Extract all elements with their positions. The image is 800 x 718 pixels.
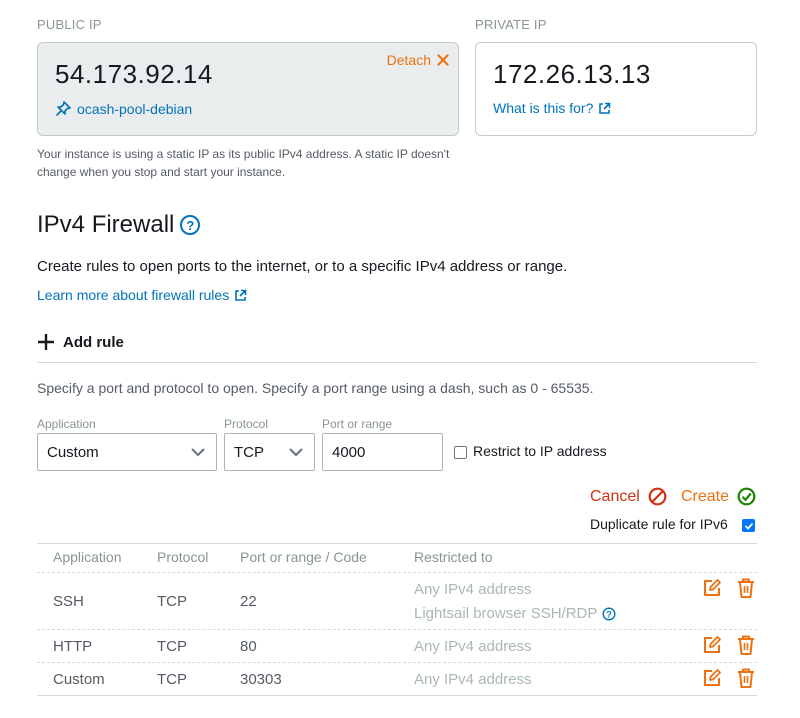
header-application: Application	[53, 549, 122, 565]
help-circle-icon[interactable]: ?	[602, 606, 616, 621]
row-restricted: Any IPv4 address	[414, 638, 532, 655]
firewall-title: IPv4 Firewall ?	[37, 211, 201, 239]
public-ip-address: 54.173.92.14	[55, 59, 213, 89]
protocol-select[interactable]: TCP	[224, 433, 315, 471]
table-row: SSH TCP 22 Any IPv4 address Lightsail br…	[37, 573, 757, 629]
checkmark-icon	[744, 522, 753, 530]
row-port: 30303	[240, 671, 282, 688]
application-select[interactable]: Custom	[37, 433, 217, 471]
protocol-field-label: Protocol	[224, 417, 269, 431]
restrict-ip-label: Restrict to IP address	[473, 443, 607, 459]
application-value: Custom	[47, 443, 99, 461]
row-protocol: TCP	[157, 671, 187, 688]
external-link-icon	[599, 102, 611, 114]
duplicate-ipv6-checkbox[interactable]	[742, 519, 755, 532]
port-field-label: Port or range	[322, 417, 393, 431]
private-ip-label: PRIVATE IP	[475, 17, 547, 32]
add-rule-divider	[37, 362, 757, 363]
chevron-down-icon	[191, 448, 205, 457]
port-input[interactable]: 4000	[322, 433, 443, 471]
help-circle-icon[interactable]: ?	[180, 215, 201, 235]
private-ip-address: 172.26.13.13	[493, 59, 651, 89]
edit-icon[interactable]	[702, 635, 722, 655]
learn-more-link[interactable]: Learn more about firewall rules	[37, 287, 247, 303]
row-protocol: TCP	[157, 593, 187, 610]
create-label: Create	[681, 487, 730, 505]
cancel-button[interactable]: Cancel	[590, 487, 667, 506]
what-is-this-label: What is this for?	[493, 100, 594, 116]
header-port: Port or range / Code	[240, 549, 367, 565]
chevron-down-icon	[289, 448, 303, 457]
plus-icon	[38, 334, 54, 350]
row-extra-text: Lightsail browser SSH/RDP	[414, 605, 598, 622]
port-hint: Specify a port and protocol to open. Spe…	[37, 380, 594, 396]
what-is-this-link[interactable]: What is this for?	[493, 100, 611, 116]
table-bottom-border	[37, 695, 757, 696]
row-application: Custom	[53, 671, 105, 688]
create-button[interactable]: Create	[681, 487, 756, 506]
static-ip-name: ocash-pool-debian	[77, 100, 193, 117]
row-port: 80	[240, 638, 257, 655]
close-x-icon	[437, 54, 449, 66]
header-restricted: Restricted to	[414, 549, 493, 565]
cancel-label: Cancel	[590, 487, 640, 505]
add-rule-label: Add rule	[63, 333, 124, 351]
pin-icon	[56, 101, 71, 116]
static-ip-note: Your instance is using a static IP as it…	[37, 147, 450, 179]
external-link-icon	[235, 289, 247, 301]
static-ip-link[interactable]: ocash-pool-debian	[55, 100, 192, 117]
trash-icon[interactable]	[736, 577, 756, 599]
table-row: HTTP TCP 80 Any IPv4 address	[37, 630, 757, 662]
table-row: Custom TCP 30303 Any IPv4 address	[37, 663, 757, 695]
detach-label: Detach	[386, 52, 431, 68]
add-rule-button[interactable]: Add rule	[37, 333, 124, 351]
table-top-border	[37, 543, 757, 544]
trash-icon[interactable]	[736, 667, 756, 689]
firewall-title-text: IPv4 Firewall	[37, 211, 175, 238]
application-field-label: Application	[37, 417, 96, 431]
row-extra: Lightsail browser SSH/RDP ?	[414, 605, 616, 622]
port-input-value: 4000	[332, 443, 366, 461]
row-restricted: Any IPv4 address	[414, 581, 532, 598]
protocol-value: TCP	[234, 443, 264, 461]
header-protocol: Protocol	[157, 549, 209, 565]
private-ip-card: 172.26.13.13 What is this for?	[475, 42, 757, 136]
edit-icon[interactable]	[702, 578, 722, 598]
edit-icon[interactable]	[702, 668, 722, 688]
restrict-ip-checkbox[interactable]	[454, 446, 467, 459]
firewall-description: Create rules to open ports to the intern…	[37, 258, 568, 275]
row-port: 22	[240, 593, 257, 610]
svg-text:?: ?	[607, 609, 613, 619]
public-ip-card: 54.173.92.14 Detach ocash-pool-debian	[37, 42, 459, 136]
row-restricted: Any IPv4 address	[414, 671, 532, 688]
trash-icon[interactable]	[736, 634, 756, 656]
row-application: HTTP	[53, 638, 93, 655]
cancel-circle-icon	[648, 487, 667, 506]
public-ip-label: PUBLIC IP	[37, 17, 102, 32]
row-application: SSH	[53, 593, 84, 610]
check-circle-icon	[737, 487, 756, 506]
duplicate-ipv6-label: Duplicate rule for IPv6	[590, 516, 728, 532]
detach-button[interactable]: Detach	[387, 52, 449, 68]
row-protocol: TCP	[157, 638, 187, 655]
learn-more-label: Learn more about firewall rules	[37, 287, 230, 303]
